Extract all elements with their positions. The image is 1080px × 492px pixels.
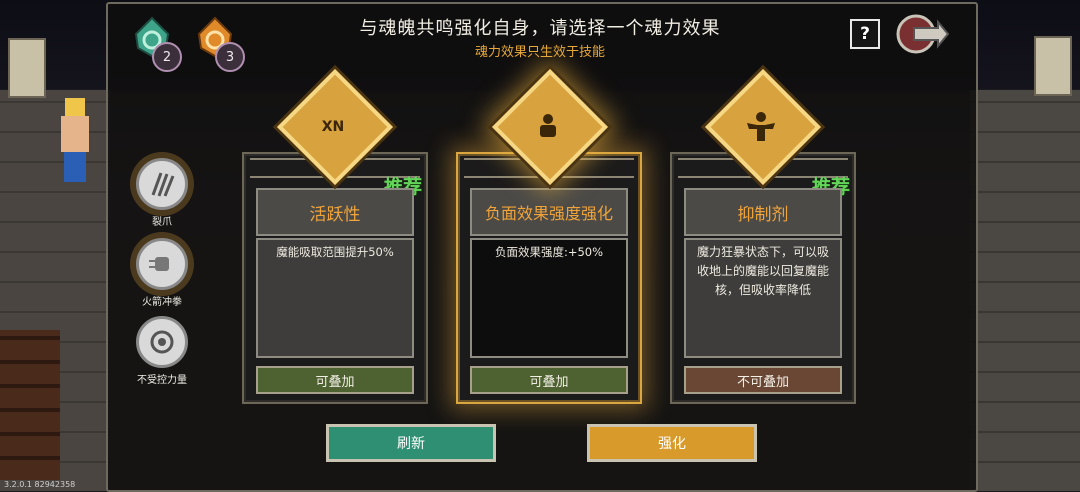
exit-button[interactable] xyxy=(894,10,950,58)
right-brick-wall xyxy=(970,90,1080,491)
effect-card-vitality[interactable]: 推荐 活跃性 魔能吸取范围提升50% 可叠加 xyxy=(242,152,428,404)
stackable-label: 可叠加 xyxy=(470,366,628,394)
green-soul-gem-icon: 2 xyxy=(132,16,182,72)
effect-card-debuff-boost[interactable]: 负面效果强度强化 负面效果强度:+50% 可叠加 xyxy=(456,152,642,404)
effect-card-inhibitor[interactable]: 推荐 抑制剂 魔力狂暴状态下，可以吸收地上的魔能以回复魔能核，但吸收率降低 不可… xyxy=(670,152,856,404)
green-gem-count: 2 xyxy=(152,42,182,72)
skill-label: 不受控力量 xyxy=(137,375,187,386)
skill-label: 裂爪 xyxy=(152,217,172,228)
card-description: 负面效果强度:+50% xyxy=(470,238,628,358)
player-character xyxy=(58,98,92,184)
refresh-button[interactable]: 刷新 xyxy=(326,424,496,462)
uncontrolled-power-icon xyxy=(136,316,188,368)
emblem-glyph: XN xyxy=(321,119,345,135)
version-label: 3.2.0.1 82942358 xyxy=(4,480,76,489)
emblem-glyph xyxy=(731,97,791,157)
card-title: 抑制剂 xyxy=(684,188,842,236)
skill-uncontrolled-power[interactable]: 不受控力量 xyxy=(124,316,200,386)
card-title: 负面效果强度强化 xyxy=(470,188,628,236)
wooden-crates xyxy=(0,330,60,480)
upgrade-button[interactable]: 强化 xyxy=(587,424,757,462)
card-description: 魔能吸取范围提升50% xyxy=(256,238,414,358)
skill-rocket-fist[interactable]: 火箭冲拳 xyxy=(124,238,200,308)
orange-soul-gem-icon: 3 xyxy=(195,16,245,72)
exit-arrow-icon xyxy=(896,14,950,54)
claw-slash-icon xyxy=(136,158,188,210)
orange-gem-count: 3 xyxy=(215,42,245,72)
card-title: 活跃性 xyxy=(256,188,414,236)
help-button[interactable]: ? xyxy=(850,19,880,49)
non-stackable-label: 不可叠加 xyxy=(684,366,842,394)
rocket-fist-icon xyxy=(136,238,188,290)
stackable-label: 可叠加 xyxy=(256,366,414,394)
skill-claw-slash[interactable]: 裂爪 xyxy=(124,158,200,228)
refresh-label: 刷新 xyxy=(397,436,425,452)
upgrade-label: 强化 xyxy=(658,436,686,452)
skill-label: 火箭冲拳 xyxy=(142,297,182,308)
card-description: 魔力狂暴状态下，可以吸收地上的魔能以回复魔能核，但吸收率降低 xyxy=(684,238,842,358)
emblem-glyph xyxy=(518,97,578,157)
